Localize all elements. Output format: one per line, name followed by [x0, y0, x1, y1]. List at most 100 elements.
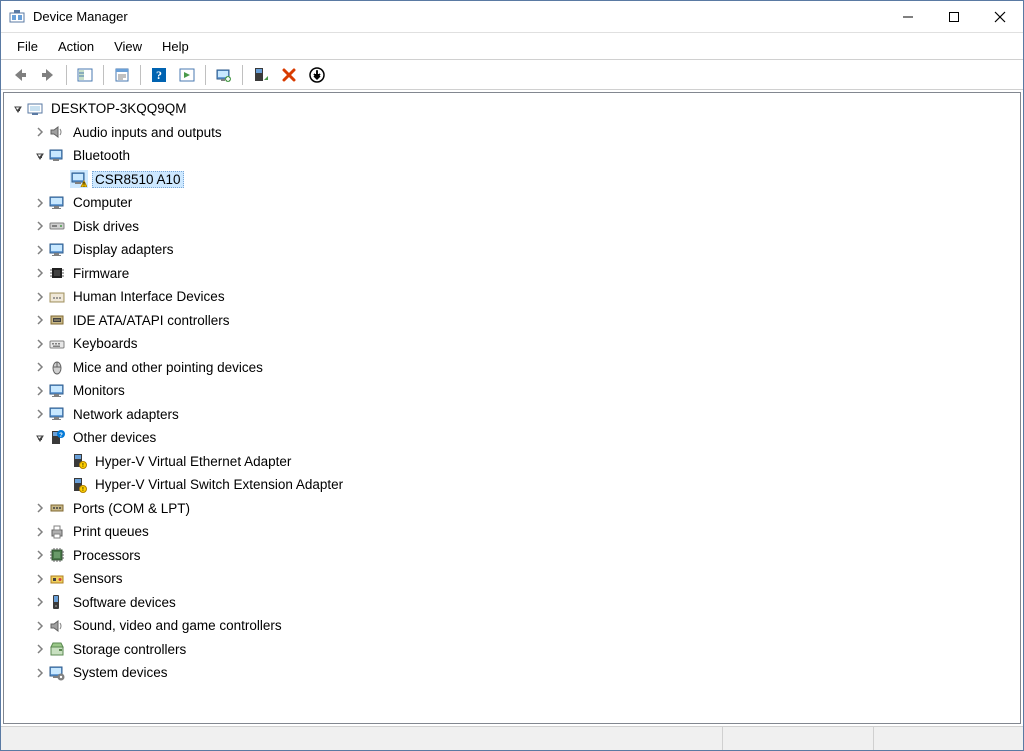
menu-file[interactable]: File: [7, 35, 48, 58]
toolbar-uninstall-button[interactable]: [248, 63, 274, 87]
expander-icon[interactable]: [32, 547, 48, 563]
expander-icon[interactable]: [32, 594, 48, 610]
tree-node-10[interactable]: Monitors: [4, 379, 1020, 403]
expander-icon[interactable]: [32, 430, 48, 446]
tree-node-label: System devices: [70, 664, 171, 681]
menu-help[interactable]: Help: [152, 35, 199, 58]
tree-node-12-0[interactable]: !Hyper-V Virtual Ethernet Adapter: [4, 450, 1020, 474]
maximize-button[interactable]: [931, 1, 977, 33]
speaker-icon: [48, 123, 66, 141]
tree-node-13[interactable]: Ports (COM & LPT): [4, 497, 1020, 521]
tree-node-label: Keyboards: [70, 335, 141, 352]
tree-node-8[interactable]: Keyboards: [4, 332, 1020, 356]
tree-node-16[interactable]: Sensors: [4, 567, 1020, 591]
tree-node-label: Other devices: [70, 429, 159, 446]
expander-icon[interactable]: [32, 406, 48, 422]
expander-icon[interactable]: [32, 641, 48, 657]
expander-icon[interactable]: [10, 101, 26, 117]
expander-icon[interactable]: [32, 571, 48, 587]
tree-node-label: Sound, video and game controllers: [70, 617, 285, 634]
toolbar-back-button[interactable]: [7, 63, 33, 87]
monitor-icon: [48, 405, 66, 423]
tree-node-label: DESKTOP-3KQQ9QM: [48, 100, 190, 117]
tree-node-9[interactable]: Mice and other pointing devices: [4, 356, 1020, 380]
expander-icon[interactable]: [32, 218, 48, 234]
tree-node-15[interactable]: Processors: [4, 544, 1020, 568]
tree-node-20[interactable]: System devices: [4, 661, 1020, 685]
menu-action[interactable]: Action: [48, 35, 104, 58]
expander-icon[interactable]: [32, 336, 48, 352]
expander-icon[interactable]: [32, 524, 48, 540]
tree-node-1[interactable]: Bluetooth: [4, 144, 1020, 168]
toolbar-show-hide-button[interactable]: [72, 63, 98, 87]
expander-icon[interactable]: [32, 359, 48, 375]
unknown-icon: ?: [48, 429, 66, 447]
expander-icon[interactable]: [32, 242, 48, 258]
tree-node-root[interactable]: DESKTOP-3KQQ9QM: [4, 97, 1020, 121]
expander-icon[interactable]: [32, 265, 48, 281]
toolbar-forward-button[interactable]: [35, 63, 61, 87]
tree-node-6[interactable]: Human Interface Devices: [4, 285, 1020, 309]
cpu-icon: [48, 546, 66, 564]
tree-node-19[interactable]: Storage controllers: [4, 638, 1020, 662]
tree-node-12[interactable]: ?Other devices: [4, 426, 1020, 450]
expander-icon[interactable]: [32, 312, 48, 328]
tree-node-label: Computer: [70, 194, 135, 211]
tree-node-14[interactable]: Print queues: [4, 520, 1020, 544]
storage-icon: [48, 640, 66, 658]
statusbar: [1, 726, 1023, 750]
minimize-button[interactable]: [885, 1, 931, 33]
tree-node-label: Mice and other pointing devices: [70, 359, 266, 376]
tree-node-1-0[interactable]: !CSR8510 A10: [4, 168, 1020, 192]
sensor-icon: [48, 570, 66, 588]
unknown-item-icon: !: [70, 476, 88, 494]
tree-node-label: Hyper-V Virtual Switch Extension Adapter: [92, 476, 346, 493]
device-tree[interactable]: DESKTOP-3KQQ9QM Audio inputs and outputs B…: [4, 93, 1020, 723]
printer-icon: [48, 523, 66, 541]
tree-node-label: CSR8510 A10: [92, 171, 184, 188]
computer-icon: [26, 100, 44, 118]
toolbar-disable-button[interactable]: [276, 63, 302, 87]
tree-node-7[interactable]: IDE ATA/ATAPI controllers: [4, 309, 1020, 333]
toolbar-help-button[interactable]: ?: [146, 63, 172, 87]
unknown-item-icon: !: [70, 452, 88, 470]
expander-icon[interactable]: [32, 148, 48, 164]
expander-icon[interactable]: [32, 383, 48, 399]
tree-node-5[interactable]: Firmware: [4, 262, 1020, 286]
tree-node-12-1[interactable]: !Hyper-V Virtual Switch Extension Adapte…: [4, 473, 1020, 497]
tree-node-2[interactable]: Computer: [4, 191, 1020, 215]
toolbar-update-driver-button[interactable]: [211, 63, 237, 87]
tree-node-4[interactable]: Display adapters: [4, 238, 1020, 262]
menu-view[interactable]: View: [104, 35, 152, 58]
toolbar-action-button[interactable]: [174, 63, 200, 87]
tree-node-17[interactable]: Software devices: [4, 591, 1020, 615]
device-manager-window: Device Manager File Action View Help: [0, 0, 1024, 751]
tree-node-11[interactable]: Network adapters: [4, 403, 1020, 427]
tree-node-3[interactable]: Disk drives: [4, 215, 1020, 239]
chip-dark-icon: [48, 264, 66, 282]
close-button[interactable]: [977, 1, 1023, 33]
tree-node-label: Sensors: [70, 570, 126, 587]
toolbar-scan-button[interactable]: [304, 63, 330, 87]
tree-node-label: Disk drives: [70, 218, 142, 235]
expander-icon[interactable]: [32, 195, 48, 211]
app-icon: [9, 9, 25, 25]
tree-node-label: Print queues: [70, 523, 152, 540]
tree-node-label: Bluetooth: [70, 147, 133, 164]
tree-node-label: Display adapters: [70, 241, 177, 258]
toolbar-properties-button[interactable]: [109, 63, 135, 87]
tree-node-18[interactable]: Sound, video and game controllers: [4, 614, 1020, 638]
expander-icon[interactable]: [32, 665, 48, 681]
expander-icon[interactable]: [32, 289, 48, 305]
titlebar[interactable]: Device Manager: [1, 1, 1023, 33]
expander-icon[interactable]: [32, 618, 48, 634]
svg-text:?: ?: [156, 68, 162, 82]
tree-node-label: Storage controllers: [70, 641, 189, 658]
mouse-icon: [48, 358, 66, 376]
system-icon: [48, 664, 66, 682]
tree-node-label: Network adapters: [70, 406, 182, 423]
tree-node-0[interactable]: Audio inputs and outputs: [4, 121, 1020, 145]
expander-icon[interactable]: [32, 500, 48, 516]
monitor-icon: [48, 241, 66, 259]
expander-icon[interactable]: [32, 124, 48, 140]
